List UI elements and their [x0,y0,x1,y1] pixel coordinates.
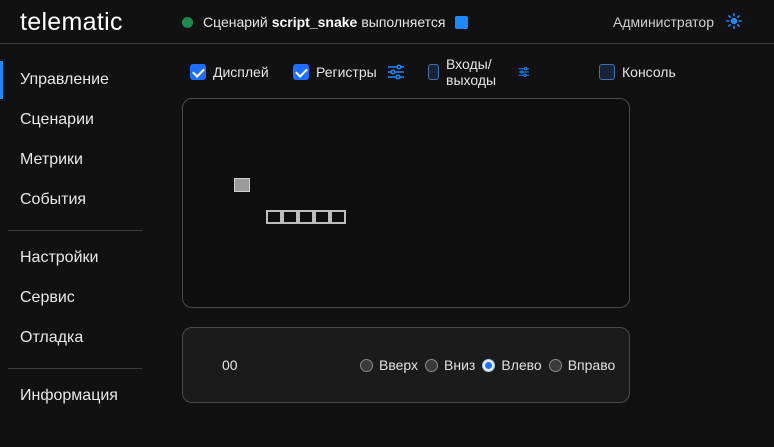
snake-display [182,98,630,308]
snake-segment [298,210,314,224]
snake-segment [314,210,330,224]
sidebar-item-metrics[interactable]: Метрики [0,141,150,179]
sidebar-item-info[interactable]: Информация [0,377,150,415]
direction-down-radio[interactable]: Вниз [425,357,475,373]
toggle-io[interactable]: Входы/выходы [428,56,530,88]
header: telematic Сценарий script_snake выполняе… [0,0,774,44]
toggle-display[interactable]: Дисплей [190,62,269,82]
direction-left-radio[interactable]: Влево [482,357,542,373]
radio-circle-icon[interactable] [360,358,373,372]
direction-right-label: Вправо [567,357,616,373]
toggle-registers-label: Регистры [316,64,377,80]
sidebar-item-service[interactable]: Сервис [0,279,150,317]
sidebar-item-scenarios[interactable]: Сценарии [0,101,150,139]
registers-checkbox[interactable] [293,64,309,80]
logo-suffix: matic [61,8,123,36]
sidebar-item-settings[interactable]: Настройки [0,239,150,277]
logo-prefix: tele [20,8,62,36]
snake-segment [266,210,282,224]
sidebar: Управление Сценарии Метрики События Наст… [0,44,160,447]
direction-up-radio[interactable]: Вверх [360,357,418,373]
sliders-icon[interactable] [518,64,530,80]
user-name[interactable]: Администратор [613,14,714,30]
io-checkbox[interactable] [428,64,439,80]
logo: telematic [20,8,123,37]
app: telematic Сценарий script_snake выполняе… [0,0,774,447]
sidebar-item-control[interactable]: Управление [0,61,150,99]
radio-circle-icon[interactable] [425,358,439,372]
toggle-io-label: Входы/выходы [446,56,497,88]
toggle-display-label: Дисплей [213,64,269,80]
radio-circle-icon[interactable] [482,358,496,372]
toggle-registers[interactable]: Регистры [293,62,405,82]
sidebar-item-events[interactable]: События [0,181,150,219]
direction-down-label: Вниз [444,357,476,373]
snake-segment [282,210,298,224]
console-checkbox[interactable] [599,64,615,80]
status-prefix: Сценарий [203,14,268,30]
direction-right-radio[interactable]: Вправо [548,357,616,373]
script-status: Сценарий script_snake выполняется [182,13,468,31]
radio-circle-icon[interactable] [548,358,562,372]
direction-left-label: Влево [501,357,542,373]
display-checkbox[interactable] [190,64,206,80]
direction-radio-group: Вверх Вниз Влево Вправо [360,356,622,374]
snake-segment [330,210,346,224]
sidebar-divider [8,230,142,231]
stop-script-button[interactable] [454,15,468,29]
sun-icon[interactable] [726,13,742,29]
snake-food [234,178,250,192]
status-suffix: выполняется [361,14,446,30]
sliders-icon[interactable] [387,64,405,80]
sidebar-divider [8,368,142,369]
direction-up-label: Вверх [379,357,419,373]
score-value: 00 [222,357,238,373]
sidebar-item-debug[interactable]: Отладка [0,319,150,357]
running-indicator-icon [182,16,193,28]
game-controls: 00 Вверх Вниз Влево Вправо [182,327,630,403]
script-name: script_snake [271,14,358,30]
toggle-console[interactable]: Консоль [599,62,676,82]
toggle-console-label: Консоль [622,64,676,80]
